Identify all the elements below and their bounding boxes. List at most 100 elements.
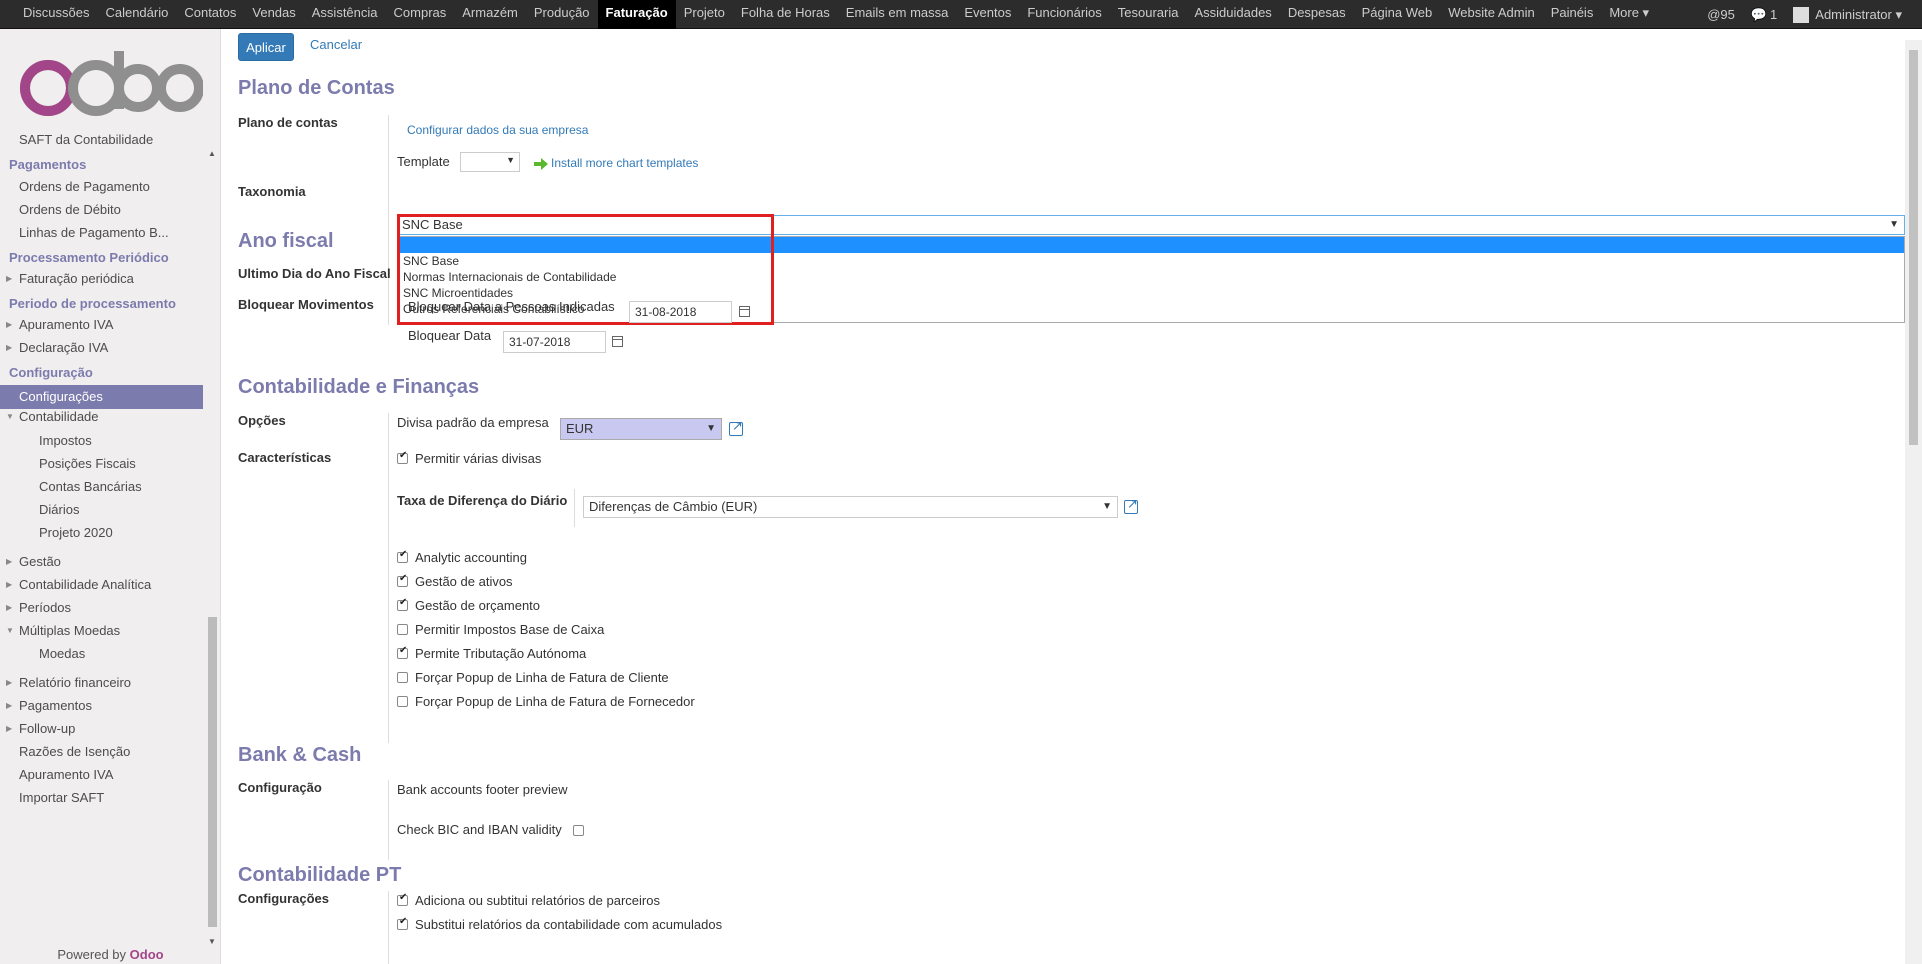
sidebar-item[interactable]: ▼ Contabilidade <box>6 409 99 424</box>
calendar-icon[interactable] <box>739 306 750 317</box>
lock-people-date-input[interactable]: 31-08-2018 <box>629 301 732 323</box>
cancel-button[interactable]: Cancelar <box>310 37 362 52</box>
caret-down-icon[interactable]: ▼ <box>6 626 14 635</box>
sidebar-item[interactable]: Ordens de Débito <box>19 202 121 217</box>
caret-right-icon[interactable]: ▶ <box>6 724 12 733</box>
calendar-icon[interactable] <box>612 336 623 347</box>
multi-currency-checkbox[interactable] <box>397 450 408 464</box>
caret-right-icon[interactable]: ▶ <box>6 557 12 566</box>
top-menu-item[interactable]: Eventos <box>956 0 1019 29</box>
last-day-label: Ultimo Dia do Ano Fiscal <box>238 266 391 281</box>
top-right-area: @95 💬 1 Administrator ▾ <box>1691 0 1902 29</box>
top-menu-item[interactable]: Emails em massa <box>838 0 957 29</box>
caret-down-icon[interactable]: ▼ <box>6 412 14 421</box>
top-menu-item[interactable]: Funcionários <box>1019 0 1109 29</box>
caret-right-icon[interactable]: ▶ <box>6 678 12 687</box>
sidebar-item-selected[interactable]: Configurações <box>0 385 203 409</box>
caret-right-icon[interactable]: ▶ <box>6 274 12 283</box>
top-menu-item[interactable]: Produção <box>526 0 598 29</box>
sidebar-item[interactable]: ▶ Follow-up <box>6 721 75 736</box>
feature-checkbox[interactable] <box>397 549 408 563</box>
caret-right-icon[interactable]: ▶ <box>6 343 12 352</box>
top-menu-item[interactable]: Armazém <box>454 0 526 29</box>
page-scrollbar[interactable] <box>1905 40 1922 964</box>
sidebar-item[interactable]: Diários <box>39 502 79 517</box>
sidebar-item[interactable]: Projeto 2020 <box>39 525 113 540</box>
sidebar-item[interactable]: ▶ Gestão <box>6 554 61 569</box>
scroll-up-icon[interactable]: ▲ <box>208 149 216 158</box>
caret-right-icon[interactable]: ▶ <box>6 320 12 329</box>
sidebar-item[interactable]: Posições Fiscais <box>39 456 136 471</box>
sidebar-item[interactable]: Moedas <box>39 646 85 661</box>
messages-indicator[interactable]: 💬 1 <box>1751 7 1777 23</box>
sidebar-item-label: Linhas de Pagamento B... <box>19 225 169 240</box>
feature-checkbox[interactable] <box>397 624 408 635</box>
feature-checkbox[interactable] <box>397 696 408 707</box>
powered-brand[interactable]: Odoo <box>130 947 164 962</box>
user-menu[interactable]: Administrator ▾ <box>1793 6 1902 23</box>
accumulated-reports-checkbox[interactable] <box>397 916 408 930</box>
features-label: Características <box>238 450 332 465</box>
top-menu-item[interactable]: Contatos <box>176 0 244 29</box>
page-scroll-thumb[interactable] <box>1909 50 1918 445</box>
top-menu-item[interactable]: Website Admin <box>1440 0 1542 29</box>
currency-select[interactable]: EUR ▼ <box>560 418 722 440</box>
top-menu-item[interactable]: Calendário <box>97 0 176 29</box>
top-menu-item[interactable]: Discussões <box>15 0 97 29</box>
sidebar-item[interactable]: Contas Bancárias <box>39 479 142 494</box>
external-link-icon[interactable] <box>729 418 743 436</box>
top-menu-item[interactable]: Tesouraria <box>1110 0 1187 29</box>
top-menu-item[interactable]: Painéis <box>1543 0 1602 29</box>
sidebar-item-label: Contas Bancárias <box>39 479 142 494</box>
caret-right-icon[interactable]: ▶ <box>6 603 12 612</box>
sidebar-item[interactable]: ▶ Faturação periódica <box>6 271 134 286</box>
top-menu-item[interactable]: Vendas <box>244 0 303 29</box>
apply-button[interactable]: Aplicar <box>238 33 294 61</box>
top-menu-item[interactable]: More ▾ <box>1601 0 1657 29</box>
sidebar-item[interactable]: ▶ Declaração IVA <box>6 340 108 355</box>
sidebar-item-label: Projeto 2020 <box>39 525 113 540</box>
scroll-down-icon[interactable]: ▼ <box>208 937 216 946</box>
exchange-journal-select[interactable]: Diferenças de Câmbio (EUR) ▼ <box>583 496 1118 518</box>
external-link-icon[interactable] <box>1124 496 1138 514</box>
top-menu-item[interactable]: Folha de Horas <box>733 0 838 29</box>
sidebar-scrollbar[interactable]: ▲ ▼ <box>206 119 219 949</box>
sidebar-item[interactable]: Importar SAFT <box>19 790 104 805</box>
template-label: Template <box>397 154 450 169</box>
feature-checkbox[interactable] <box>397 573 408 587</box>
user-name: Administrator ▾ <box>1815 6 1902 22</box>
sidebar-item[interactable]: Razões de Isenção <box>19 744 130 759</box>
lock-date-input[interactable]: 31-07-2018 <box>503 331 606 353</box>
sidebar-item[interactable]: SAFT da Contabilidade <box>19 132 153 147</box>
partner-reports-checkbox[interactable] <box>397 892 408 906</box>
top-menu-item[interactable]: Faturação <box>597 0 676 29</box>
sidebar-item[interactable]: Linhas de Pagamento B... <box>19 225 169 240</box>
top-menu-item[interactable]: Compras <box>386 0 455 29</box>
sidebar-item[interactable]: ▶ Pagamentos <box>6 698 92 713</box>
sidebar-item[interactable]: Ordens de Pagamento <box>19 179 150 194</box>
top-menu-item[interactable]: Projeto <box>676 0 733 29</box>
feature-checkbox[interactable] <box>397 645 408 659</box>
top-menu-item[interactable]: Despesas <box>1280 0 1354 29</box>
sidebar-item[interactable]: ▶ Relatório financeiro <box>6 675 131 690</box>
sidebar-item[interactable]: ▶ Apuramento IVA <box>6 317 113 332</box>
mentions-indicator[interactable]: @95 <box>1707 7 1735 22</box>
install-templates-link[interactable]: Install more chart templates <box>534 156 698 170</box>
sidebar-item[interactable]: ▼ Múltiplas Moedas <box>6 623 120 638</box>
sidebar-item[interactable]: Impostos <box>39 433 92 448</box>
top-menu-item[interactable]: Assistência <box>304 0 386 29</box>
sidebar-item[interactable]: ▶ Períodos <box>6 600 71 615</box>
configure-company-link[interactable]: Configurar dados da sua empresa <box>407 123 588 137</box>
top-menu-item[interactable]: Página Web <box>1354 0 1441 29</box>
caret-right-icon[interactable]: ▶ <box>6 580 12 589</box>
feature-checkbox[interactable] <box>397 597 408 611</box>
sidebar-scroll-thumb[interactable] <box>208 617 217 927</box>
caret-right-icon[interactable]: ▶ <box>6 701 12 710</box>
bic-iban-checkbox[interactable] <box>573 825 584 836</box>
sidebar-item-label: Faturação periódica <box>19 271 134 286</box>
template-select[interactable]: ▼ <box>460 152 520 172</box>
feature-checkbox[interactable] <box>397 672 408 683</box>
sidebar-item[interactable]: ▶ Contabilidade Analítica <box>6 577 151 592</box>
sidebar-item[interactable]: Apuramento IVA <box>19 767 113 782</box>
top-menu-item[interactable]: Assiduidades <box>1186 0 1279 29</box>
